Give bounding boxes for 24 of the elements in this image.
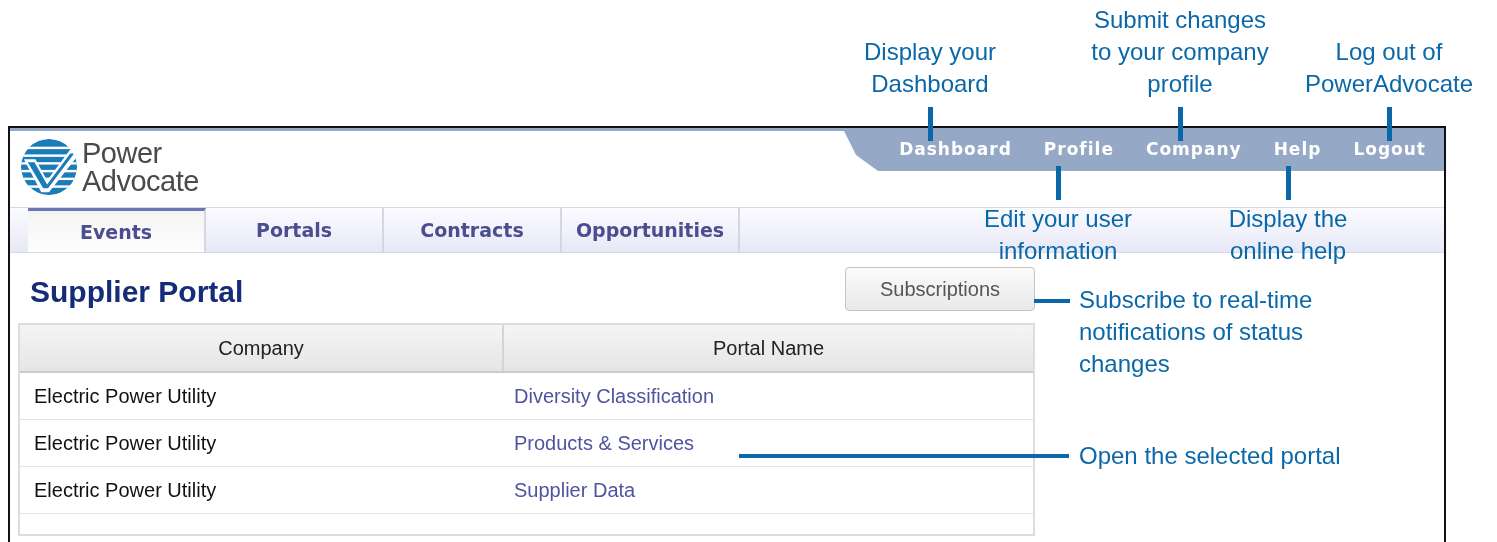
- tab[interactable]: Events: [28, 208, 206, 252]
- callout-text: Subscribe to real-time notifications of status changes: [1079, 285, 1314, 379]
- logo-text: Advocate: [82, 167, 199, 195]
- callout-text: Display the online help: [1227, 204, 1349, 266]
- table-cell: Electric Power Utility: [34, 384, 217, 408]
- tab[interactable]: Portals: [206, 208, 384, 252]
- tab[interactable]: Contracts: [384, 208, 562, 252]
- callout-text: Edit your user information: [982, 204, 1134, 266]
- tab[interactable]: Opportunities: [562, 208, 740, 252]
- portal-link[interactable]: Supplier Data: [514, 478, 636, 502]
- column-header[interactable]: Company: [20, 325, 504, 371]
- subscriptions-button[interactable]: Subscriptions: [845, 267, 1035, 311]
- portal-link[interactable]: Diversity Classification: [514, 384, 715, 408]
- table-cell: Electric Power Utility: [34, 431, 217, 455]
- callout-text: Open the selected portal: [1079, 441, 1342, 471]
- page-title: Supplier Portal: [30, 275, 244, 309]
- logo-icon: [20, 138, 78, 196]
- logo-text: Power: [82, 139, 163, 167]
- table-cell: Electric Power Utility: [34, 478, 217, 502]
- callout-text: Display your Dashboard: [862, 37, 997, 99]
- portal-link[interactable]: Products & Services: [514, 431, 695, 455]
- column-header[interactable]: Portal Name: [504, 325, 1033, 371]
- callout-text: Submit changes to your company profile: [1090, 5, 1270, 99]
- callout-text: Log out of PowerAdvocate: [1303, 37, 1475, 99]
